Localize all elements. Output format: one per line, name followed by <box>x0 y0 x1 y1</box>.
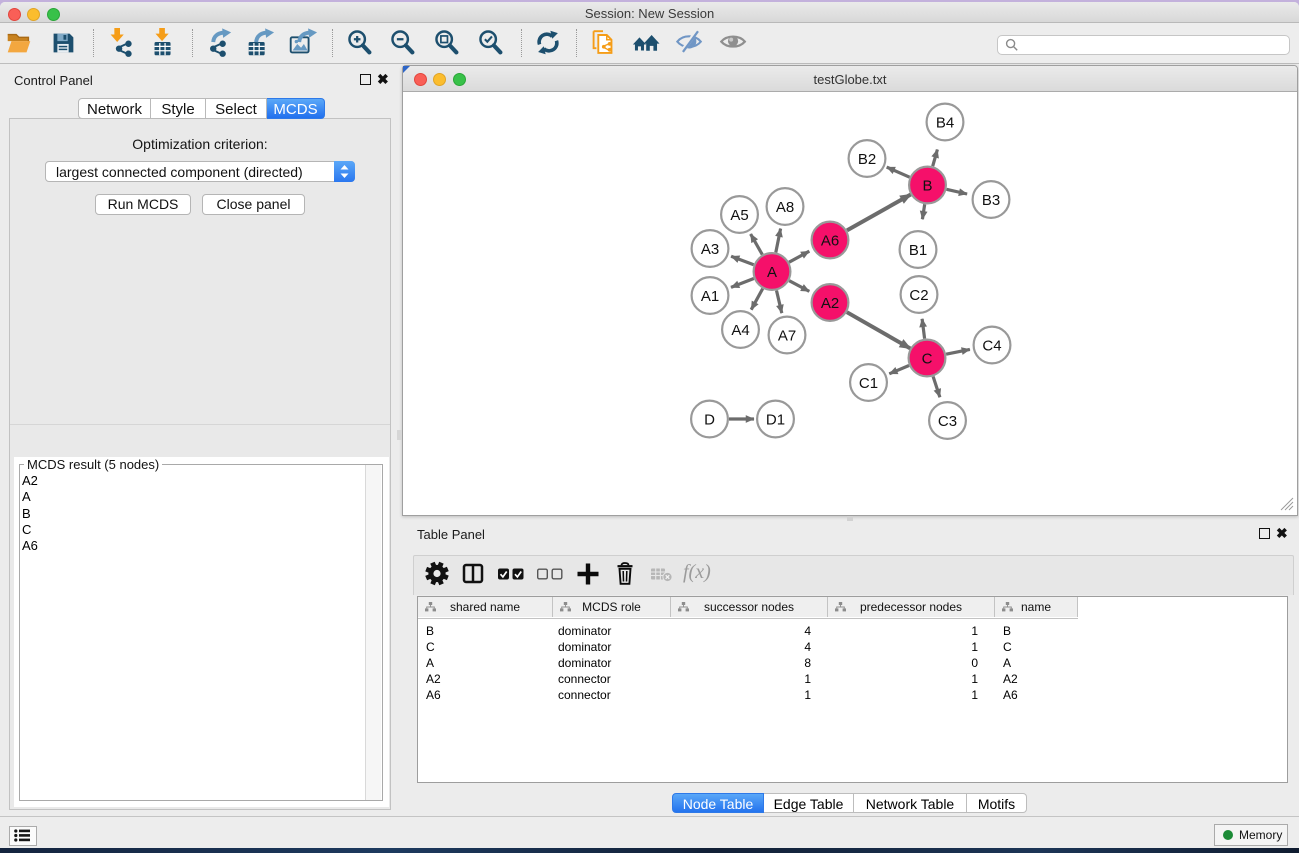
svg-text:B4: B4 <box>936 114 954 131</box>
svg-text:C1: C1 <box>859 375 878 392</box>
svg-text:A8: A8 <box>776 199 794 216</box>
svg-text:B3: B3 <box>982 192 1000 209</box>
svg-text:B: B <box>922 177 932 194</box>
svg-text:C: C <box>922 350 933 367</box>
svg-text:A6: A6 <box>821 232 839 249</box>
svg-text:A5: A5 <box>730 207 748 224</box>
svg-text:A7: A7 <box>778 327 796 344</box>
svg-text:B2: B2 <box>858 151 876 168</box>
svg-text:A4: A4 <box>731 322 749 339</box>
svg-text:D1: D1 <box>766 411 785 428</box>
svg-text:A: A <box>767 264 777 281</box>
svg-text:D: D <box>704 411 715 428</box>
svg-text:A1: A1 <box>701 288 719 305</box>
svg-text:C4: C4 <box>982 337 1001 354</box>
svg-text:A3: A3 <box>701 241 719 258</box>
svg-text:A2: A2 <box>821 295 839 312</box>
svg-text:C3: C3 <box>938 413 957 430</box>
svg-text:B1: B1 <box>909 242 927 259</box>
svg-text:C2: C2 <box>909 287 928 304</box>
